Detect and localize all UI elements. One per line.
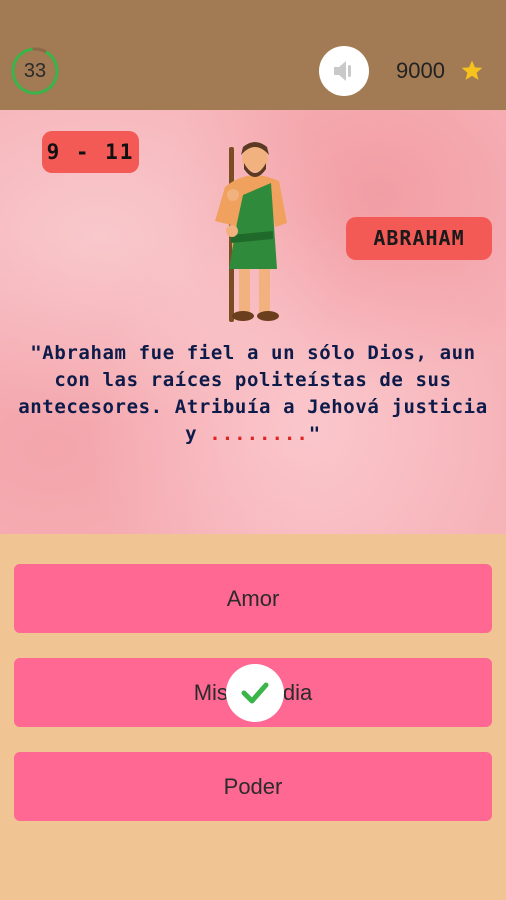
answer-blank: ........ bbox=[209, 423, 309, 445]
check-icon bbox=[241, 682, 269, 704]
question-text: "Abraham fue fiel a un sólo Dios, aun co… bbox=[14, 340, 492, 448]
star-icon bbox=[461, 60, 483, 80]
top-bar: 33 9000 bbox=[0, 0, 506, 110]
correct-answer-marker bbox=[226, 664, 284, 722]
character-name-badge: ABRAHAM bbox=[346, 217, 492, 260]
verse-range-badge: 9 - 11 bbox=[42, 131, 139, 173]
abraham-character-illustration bbox=[215, 142, 287, 322]
timer-value: 33 bbox=[23, 60, 47, 82]
question-closing: " bbox=[308, 423, 321, 445]
answer-option-amor[interactable]: Amor bbox=[14, 564, 492, 633]
countdown-timer: 33 bbox=[10, 46, 60, 96]
score-value: 9000 bbox=[396, 58, 445, 83]
answer-option-poder[interactable]: Poder bbox=[14, 752, 492, 821]
speaker-icon bbox=[334, 61, 351, 81]
sound-toggle-button[interactable] bbox=[319, 46, 369, 96]
